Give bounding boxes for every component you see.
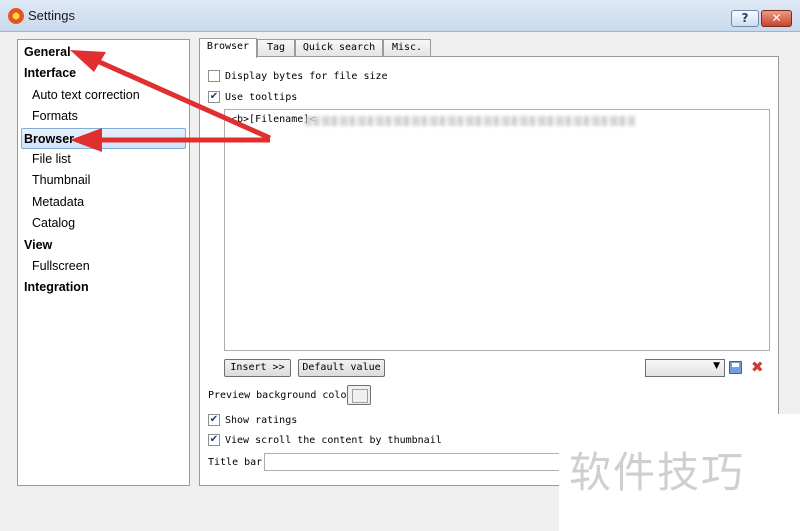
title-bar: Settings ? ✕	[0, 0, 800, 32]
nav-item-file-list[interactable]: File list	[18, 149, 189, 170]
nav-item-view[interactable]: View	[18, 235, 189, 256]
use-tooltips-checkbox[interactable]: ✔	[208, 91, 220, 103]
default-value-button[interactable]: Default value	[298, 359, 385, 377]
help-button[interactable]: ?	[731, 10, 759, 27]
use-tooltips-label: Use tooltips	[225, 91, 298, 103]
tab-tag[interactable]: Tag	[257, 39, 295, 57]
nav-item-browser[interactable]: Browser	[21, 127, 186, 149]
app-icon	[8, 8, 24, 24]
display-bytes-label: Display bytes for file size	[225, 70, 388, 82]
template-preset-dropdown[interactable]: ▼	[645, 359, 725, 377]
nav-item-auto-text-correction[interactable]: Auto text correction	[18, 85, 189, 106]
tooltip-template-text: <b>[Filename]<	[231, 114, 316, 125]
use-tooltips-row[interactable]: ✔ Use tooltips	[208, 90, 297, 104]
view-scroll-label: View scroll the content by thumbnail	[225, 434, 442, 446]
nav-item-catalog[interactable]: Catalog	[18, 213, 189, 234]
tab-misc[interactable]: Misc.	[383, 39, 431, 57]
display-bytes-row[interactable]: Display bytes for file size	[208, 69, 388, 83]
watermark-text: 软件技巧	[559, 414, 800, 531]
tab-browser[interactable]: Browser	[199, 38, 257, 58]
show-ratings-label: Show ratings	[225, 414, 298, 426]
tooltip-template-editor[interactable]: <b>[Filename]<	[224, 109, 770, 351]
save-icon[interactable]	[729, 361, 742, 374]
chevron-down-icon: ▼	[713, 361, 720, 371]
show-ratings-checkbox[interactable]: ✔	[208, 414, 220, 426]
insert-button[interactable]: Insert >>	[224, 359, 291, 377]
tab-quick-search[interactable]: Quick search	[295, 39, 383, 57]
delete-icon[interactable]: ✖	[751, 358, 764, 376]
preview-bg-color-button[interactable]	[347, 385, 371, 405]
close-button[interactable]: ✕	[761, 10, 792, 27]
nav-item-fullscreen[interactable]: Fullscreen	[18, 256, 189, 277]
nav-item-metadata[interactable]: Metadata	[18, 192, 189, 213]
nav-item-integration[interactable]: Integration	[18, 277, 189, 298]
nav-item-general[interactable]: General	[18, 42, 189, 63]
display-bytes-checkbox[interactable]	[208, 70, 220, 82]
nav-item-formats[interactable]: Formats	[18, 106, 189, 127]
title-bar-label: Title bar	[208, 457, 263, 468]
nav-item-thumbnail[interactable]: Thumbnail	[18, 170, 189, 191]
nav-item-interface[interactable]: Interface	[18, 63, 189, 84]
view-scroll-checkbox[interactable]: ✔	[208, 434, 220, 446]
preview-bg-label: Preview background color	[208, 390, 353, 401]
window-title: Settings	[28, 8, 75, 23]
blurred-template-content	[305, 116, 635, 126]
view-scroll-row[interactable]: ✔ View scroll the content by thumbnail	[208, 433, 442, 447]
show-ratings-row[interactable]: ✔ Show ratings	[208, 413, 297, 427]
settings-category-list: General Interface Auto text correction F…	[17, 39, 190, 486]
